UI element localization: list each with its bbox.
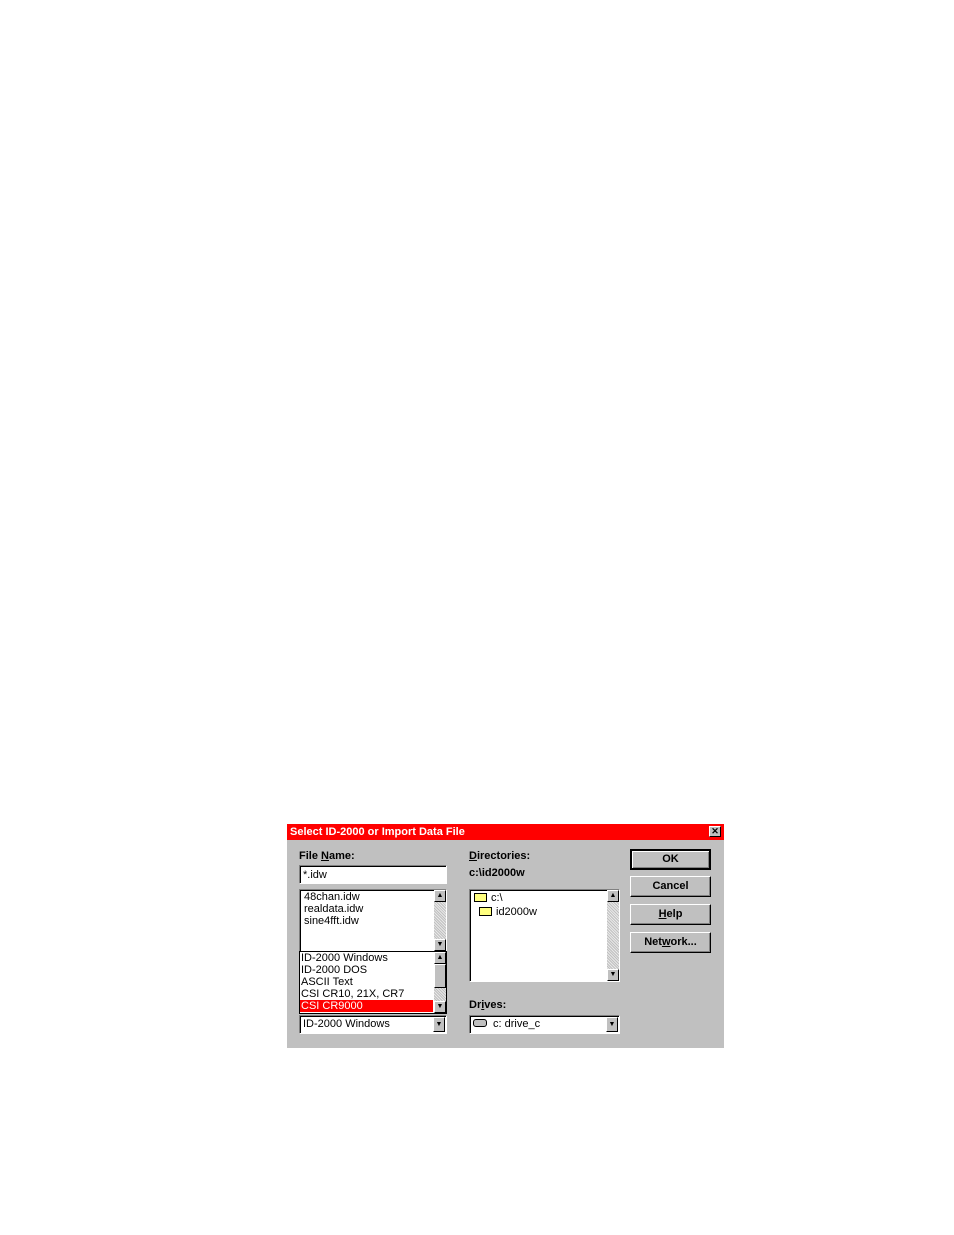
list-item[interactable]: CSI CR10, 21X, CR7 <box>301 988 404 1000</box>
file-type-dropdown-button[interactable]: ▼ <box>433 1017 445 1032</box>
help-button[interactable]: Help <box>630 904 711 925</box>
list-item[interactable]: sine4fft.idw <box>304 915 359 927</box>
dialog-title: Select ID-2000 or Import Data File <box>290 826 465 838</box>
drives-dropdown-button[interactable]: ▼ <box>606 1017 618 1032</box>
list-item[interactable]: id2000w <box>479 906 537 918</box>
drive-icon <box>473 1019 487 1028</box>
drive-value: c: drive_c <box>493 1018 541 1030</box>
list-item[interactable]: c:\ <box>474 892 503 904</box>
file-type-value: ID-2000 Windows <box>303 1018 390 1030</box>
file-list-scrollbar[interactable]: ▲ ▼ <box>434 890 446 951</box>
file-name-input[interactable] <box>299 865 447 884</box>
scroll-up-button[interactable]: ▲ <box>434 890 446 902</box>
chevron-down-icon: ▼ <box>608 1021 616 1028</box>
chevron-up-icon: ▲ <box>436 892 444 899</box>
chevron-up-icon: ▲ <box>609 892 617 899</box>
scroll-down-button[interactable]: ▼ <box>434 1001 446 1013</box>
scroll-thumb[interactable] <box>434 964 446 988</box>
directories-label: Directories: <box>469 850 531 862</box>
scroll-down-button[interactable]: ▼ <box>607 969 619 981</box>
scroll-down-button[interactable]: ▼ <box>434 939 446 951</box>
chevron-down-icon: ▼ <box>609 971 617 978</box>
chevron-down-icon: ▼ <box>436 941 444 948</box>
file-name-label: File Name: <box>299 850 355 862</box>
network-button[interactable]: Network... <box>630 932 711 953</box>
file-type-scrollbar[interactable]: ▲ ▼ <box>434 952 446 1013</box>
chevron-down-icon: ▼ <box>436 1003 444 1010</box>
open-folder-icon <box>474 892 487 902</box>
scroll-up-button[interactable]: ▲ <box>607 890 619 902</box>
current-path: c:\id2000w <box>469 867 525 879</box>
cancel-button[interactable]: Cancel <box>630 876 711 897</box>
open-folder-icon <box>479 906 492 916</box>
close-icon: ✕ <box>711 826 719 836</box>
file-list[interactable]: 48chan.idw realdata.idw sine4fft.idw ▲ ▼ <box>299 889 447 952</box>
directory-scrollbar[interactable]: ▲ ▼ <box>607 890 619 981</box>
list-item[interactable]: ID-2000 DOS <box>301 964 367 976</box>
directory-list[interactable]: c:\ id2000w ▲ ▼ <box>469 889 620 982</box>
close-button[interactable]: ✕ <box>709 826 721 837</box>
chevron-up-icon: ▲ <box>436 954 444 961</box>
ok-button[interactable]: OK <box>630 849 711 870</box>
list-item[interactable]: ASCII Text <box>301 976 353 988</box>
file-select-dialog: Select ID-2000 or Import Data File ✕ Fil… <box>287 824 724 1048</box>
drives-label: Drives: <box>469 999 507 1011</box>
file-type-list[interactable]: ID-2000 Windows ID-2000 DOS ASCII Text C… <box>299 951 447 1014</box>
drives-combo[interactable]: c: drive_c ▼ <box>469 1015 620 1034</box>
list-item[interactable]: realdata.idw <box>304 903 363 915</box>
title-bar: Select ID-2000 or Import Data File ✕ <box>287 824 724 840</box>
list-item[interactable]: ID-2000 Windows <box>301 952 388 964</box>
list-item[interactable]: 48chan.idw <box>304 891 360 903</box>
chevron-down-icon: ▼ <box>435 1021 443 1028</box>
file-type-combo[interactable]: ID-2000 Windows ▼ <box>299 1015 447 1034</box>
list-item-selected[interactable]: CSI CR9000 <box>300 1000 433 1012</box>
scroll-up-button[interactable]: ▲ <box>434 952 446 964</box>
